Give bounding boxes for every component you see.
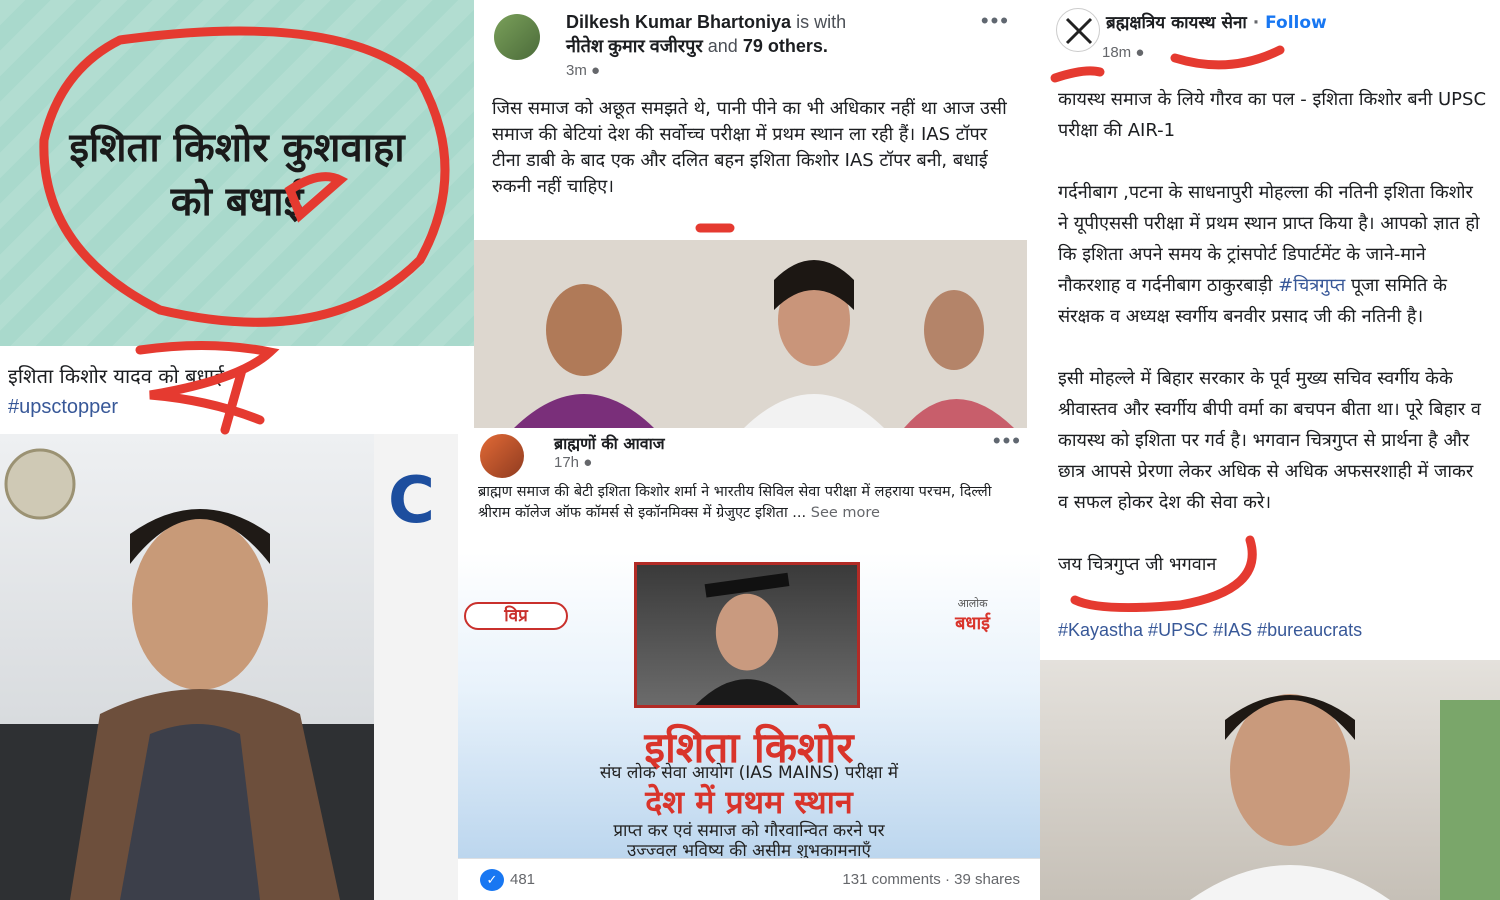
and-word: and bbox=[707, 36, 738, 56]
post-time: 17h ● bbox=[554, 454, 592, 471]
paragraph-2: गर्दनीबाग ,पटना के साधनापुरी मोहल्ला की … bbox=[1058, 177, 1488, 332]
globe-icon: ● bbox=[1135, 44, 1145, 61]
post-caption: इशिता किशोर यादव को बधाई #upsctopper bbox=[0, 346, 474, 434]
follow-button[interactable]: Follow bbox=[1265, 13, 1327, 33]
paragraph-3: इसी मोहल्ले में बिहार सरकार के पूर्व मुख… bbox=[1058, 368, 1481, 513]
photo-sweets-celebration bbox=[474, 240, 1027, 428]
globe-icon: ● bbox=[591, 62, 601, 79]
banner-line-1: इशिता किशोर कुशवाहा bbox=[69, 125, 405, 171]
tagged-name[interactable]: नीतेश कुमार वजीरपुर bbox=[566, 36, 703, 56]
vipra-badge: विप्र bbox=[464, 602, 568, 630]
greeting-banner: इशिता किशोर कुशवाहा को बधाई bbox=[0, 0, 474, 346]
paragraph-4: जय चित्रगुप्त जी भगवान bbox=[1058, 554, 1217, 575]
wish-text: बधाई bbox=[955, 613, 990, 634]
facebook-post-3: ब्रह्मक्षत्रिय कायस्थ सेना · Follow 18m … bbox=[1040, 0, 1500, 660]
poster-wish: आलोक बधाई bbox=[955, 596, 990, 635]
author-name[interactable]: ब्राह्मणों की आवाज bbox=[554, 432, 665, 454]
reactions-bar: ✓ 481 131 comments · 39 shares bbox=[458, 858, 1040, 900]
photo-smiling-woman bbox=[1040, 660, 1500, 900]
banner-line-2: को बधाई bbox=[170, 179, 304, 225]
facebook-post-2: ब्राह्मणों की आवाज 17h ● ••• ब्राह्मण सम… bbox=[458, 428, 1040, 552]
more-horizontal-icon[interactable]: ••• bbox=[993, 428, 1022, 454]
with-word: is with bbox=[796, 12, 847, 32]
time-text[interactable]: 17h bbox=[554, 454, 579, 471]
hashtag-chitragupt[interactable]: #चित्रगुप्त bbox=[1278, 275, 1345, 296]
comments-count[interactable]: 131 comments bbox=[842, 871, 940, 888]
post-body: कायस्थ समाज के लिये गौरव का पल - इशिता क… bbox=[1058, 84, 1488, 611]
author-avatar[interactable] bbox=[494, 14, 540, 60]
author-avatar[interactable] bbox=[480, 434, 524, 478]
poster-line-3: उज्ज्वल भविष्य की असीम शुभकामनाएँ bbox=[627, 841, 871, 858]
reaction-count[interactable]: 481 bbox=[510, 871, 535, 888]
engagement-stats: 131 comments · 39 shares bbox=[842, 871, 1020, 888]
congratulation-poster: विप्र आलोक बधाई इशिता किशोर संघ लोक सेवा… bbox=[458, 552, 1040, 858]
post-body: जिस समाज को अछूत समझते थे, पानी पीने का … bbox=[492, 98, 1007, 197]
author-line: ब्रह्मक्षत्रिय कायस्थ सेना · Follow bbox=[1106, 10, 1327, 33]
tagged-line: नीतेश कुमार वजीरपुर and 79 others. bbox=[566, 34, 828, 58]
author-name[interactable]: Dilkesh Kumar Bhartoniya bbox=[566, 12, 791, 32]
post-author-line: Dilkesh Kumar Bhartoniya is with bbox=[566, 12, 846, 33]
separator-dot: · bbox=[944, 871, 950, 888]
photo-woman-saree bbox=[0, 434, 374, 900]
like-thumb-icon[interactable]: ✓ bbox=[480, 869, 504, 891]
post-time: 18m ● bbox=[1102, 44, 1144, 61]
author-name[interactable]: ब्रह्मक्षत्रिय कायस्थ सेना bbox=[1106, 13, 1247, 33]
post-body: ब्राह्मण समाज की बेटी इशिता किशोर शर्मा … bbox=[478, 482, 1023, 524]
caption-text: इशिता किशोर यादव को बधाई bbox=[8, 364, 224, 388]
see-more-link[interactable]: See more bbox=[811, 505, 880, 521]
time-text[interactable]: 18m bbox=[1102, 44, 1131, 61]
group-logo-avatar[interactable] bbox=[1056, 8, 1100, 52]
poster-rank: देश में प्रथम स्थान bbox=[645, 783, 853, 821]
paragraph-1: कायस्थ समाज के लिये गौरव का पल - इशिता क… bbox=[1058, 89, 1487, 141]
globe-icon: ● bbox=[583, 454, 593, 471]
post-time: 3m ● bbox=[566, 62, 600, 79]
graduation-photo bbox=[634, 562, 860, 708]
facebook-post-1: Dilkesh Kumar Bhartoniya is with नीतेश क… bbox=[474, 0, 1040, 240]
more-horizontal-icon[interactable]: ••• bbox=[981, 8, 1010, 34]
channel-logo-strip: C bbox=[374, 434, 458, 900]
others-count[interactable]: 79 others. bbox=[743, 36, 828, 56]
hashtag-link[interactable]: #upsctopper bbox=[8, 396, 118, 419]
post-body-text: ब्राह्मण समाज की बेटी इशिता किशोर शर्मा … bbox=[478, 484, 992, 521]
shares-count[interactable]: 39 shares bbox=[954, 871, 1020, 888]
channel-logo: C bbox=[388, 464, 435, 538]
hashtags[interactable]: #Kayastha #UPSC #IAS #bureaucrats bbox=[1058, 620, 1362, 641]
wish-small: आलोक bbox=[957, 597, 988, 610]
separator-dot: · bbox=[1252, 13, 1260, 33]
time-text[interactable]: 3m bbox=[566, 62, 587, 79]
